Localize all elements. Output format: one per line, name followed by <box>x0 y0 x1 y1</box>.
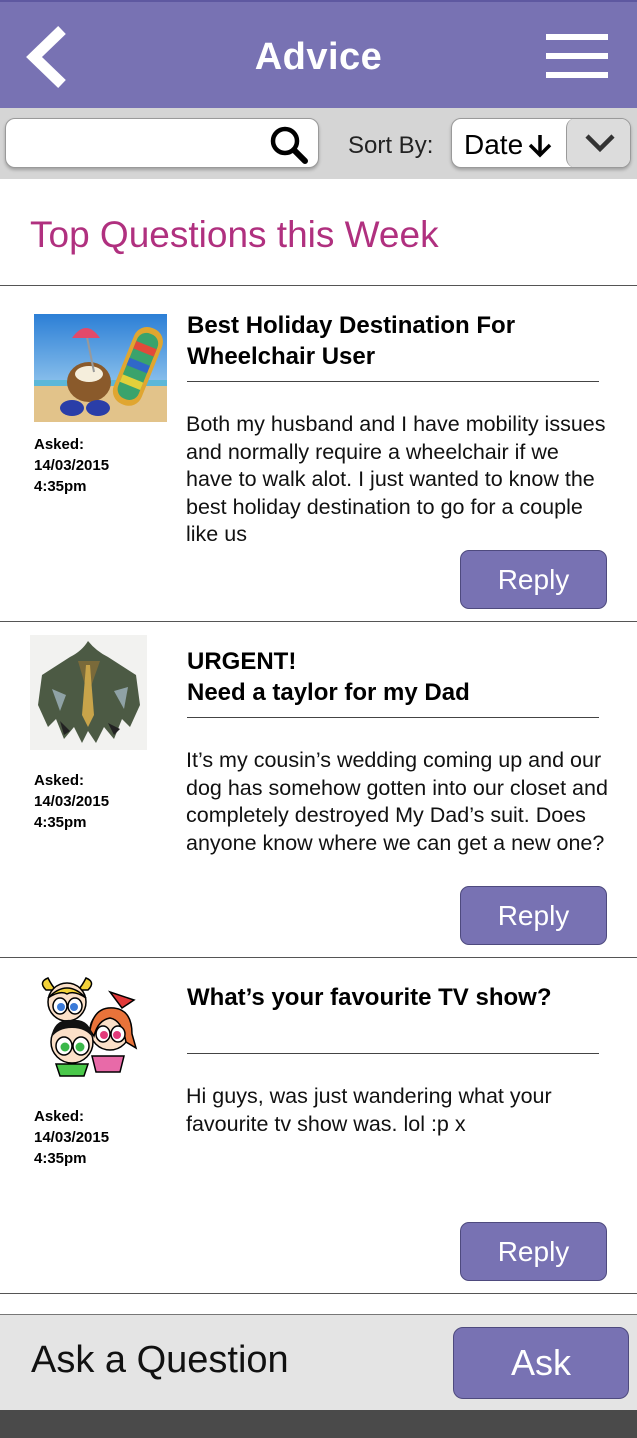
asked-meta: Asked: 14/03/2015 4:35pm <box>34 770 109 833</box>
sort-selected-value: Date <box>464 129 524 160</box>
reply-button[interactable]: Reply <box>460 886 607 945</box>
asked-date: 14/03/2015 <box>34 457 110 474</box>
title-divider <box>187 1053 599 1054</box>
question-card: Asked: 14/03/2015 4:35pm Best Holiday De… <box>0 286 637 621</box>
search-sort-toolbar: Sort By: Date <box>0 108 637 179</box>
asked-date: 14/03/2015 <box>34 793 110 810</box>
search-icon[interactable] <box>268 125 310 165</box>
arrow-down-icon <box>528 135 552 158</box>
chevron-down-icon <box>585 134 615 153</box>
question-body: Both my husband and I have mobility issu… <box>186 412 606 546</box>
question-title-line: URGENT! <box>187 648 297 675</box>
question-title-line: Wheelchair User <box>187 343 376 370</box>
question-title: Best Holiday Destination For Wheelchair … <box>187 310 607 372</box>
asked-label: Asked: <box>34 1108 85 1125</box>
asked-label: Asked: <box>34 772 85 789</box>
bottom-bar <box>0 1410 637 1438</box>
question-title: URGENT! Need a taylor for my Dad <box>187 646 607 708</box>
asked-time: 4:35pm <box>34 478 87 495</box>
asked-meta: Asked: 14/03/2015 4:35pm <box>34 1106 109 1169</box>
ask-question-label: Ask a Question <box>31 1339 289 1381</box>
sort-dropdown-button[interactable] <box>566 119 630 167</box>
app-header: Advice <box>0 0 637 108</box>
sort-by-label: Sort By: <box>348 132 434 159</box>
question-title-line: What’s your favourite TV show? <box>187 984 552 1011</box>
question-card: Asked: 14/03/2015 4:35pm URGENT! Need a … <box>0 622 637 957</box>
question-title-line: Best Holiday Destination For <box>187 312 516 339</box>
search-box[interactable] <box>5 118 319 168</box>
question-title-line: Need a taylor for my Dad <box>187 679 470 706</box>
ask-button[interactable]: Ask <box>453 1327 629 1399</box>
title-divider <box>187 381 599 382</box>
question-thumbnail <box>34 976 138 1082</box>
question-thumbnail <box>30 635 147 750</box>
asked-date: 14/03/2015 <box>34 1129 110 1146</box>
question-body: Hi guys, was just wandering what your fa… <box>186 1084 552 1136</box>
hamburger-menu-icon[interactable] <box>546 34 608 80</box>
asked-time: 4:35pm <box>34 814 87 831</box>
search-input[interactable] <box>16 127 261 159</box>
reply-button[interactable]: Reply <box>460 1222 607 1281</box>
section-title: Top Questions this Week <box>30 214 439 255</box>
ask-question-bar: Ask a Question Ask <box>0 1314 637 1410</box>
asked-label: Asked: <box>34 436 85 453</box>
sort-select[interactable]: Date <box>451 118 631 168</box>
question-body: It’s my cousin’s wedding coming up and o… <box>186 748 608 855</box>
reply-button[interactable]: Reply <box>460 550 607 609</box>
question-card: Asked: 14/03/2015 4:35pm What’s your fav… <box>0 958 637 1293</box>
question-title: What’s your favourite TV show? <box>187 982 607 1013</box>
title-divider <box>187 717 599 718</box>
asked-meta: Asked: 14/03/2015 4:35pm <box>34 434 109 497</box>
asked-time: 4:35pm <box>34 1150 87 1167</box>
divider <box>0 1293 637 1294</box>
page-title: Advice <box>254 36 383 78</box>
question-thumbnail <box>34 314 167 422</box>
